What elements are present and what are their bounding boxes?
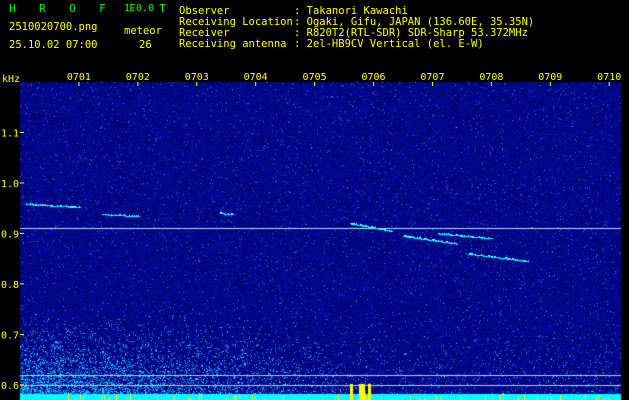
x-tick-label: 0703: [185, 72, 209, 83]
y-tick-label: 0.6: [1, 381, 19, 392]
y-tick-label: 0.9: [1, 229, 19, 240]
y-tick-label: 1.1: [1, 128, 19, 139]
chart-axes: kHz 0701 0702 0703 0704 0705 0706 0707 0708 0709…: [1, 72, 621, 392]
x-tick-label: 0705: [303, 72, 327, 83]
x-tick-label: 0710: [597, 72, 621, 83]
x-tick-label: 0706: [361, 72, 385, 83]
x-tick-label: 0704: [244, 72, 268, 83]
y-tick-label: 1.0: [1, 179, 19, 190]
x-tick-label: 0709: [538, 72, 562, 83]
x-tick-label: 0707: [420, 72, 444, 83]
x-tick-label: 0701: [67, 72, 91, 83]
x-tick-label: 0702: [126, 72, 150, 83]
y-tick-label: 0.7: [1, 330, 19, 341]
y-tick-label: 0.8: [1, 280, 19, 291]
x-tick-label: 0708: [479, 72, 503, 83]
y-axis-label: kHz: [2, 74, 20, 85]
